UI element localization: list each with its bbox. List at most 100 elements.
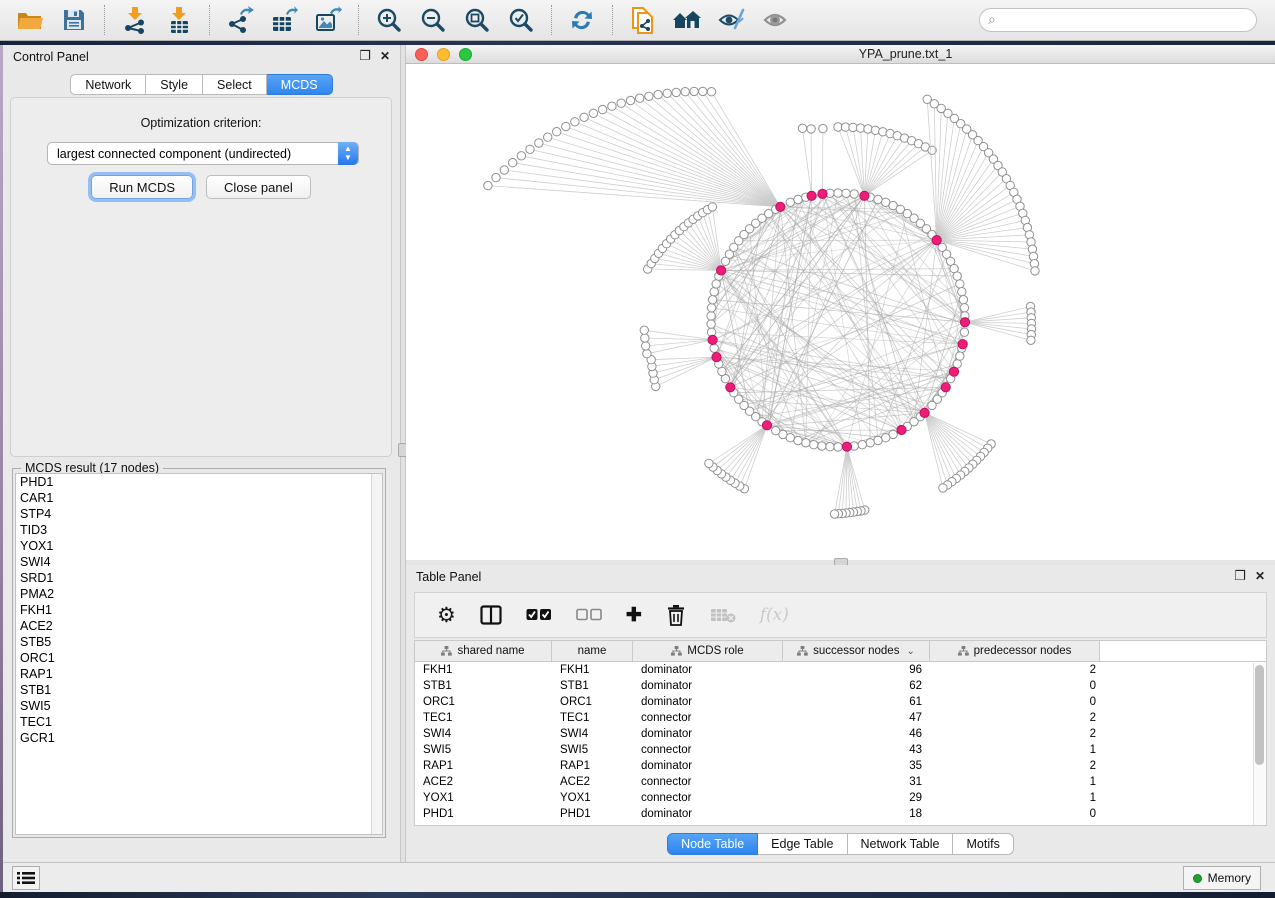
save-session-icon[interactable]: [59, 5, 89, 35]
zoom-in-icon[interactable]: [374, 5, 404, 35]
column-header-shared-name[interactable]: shared name: [415, 641, 552, 661]
table-row[interactable]: STB1STB1dominator620: [415, 678, 1266, 694]
table-row[interactable]: ORC1ORC1dominator610: [415, 694, 1266, 710]
task-history-button[interactable]: [12, 866, 40, 890]
table-cell: 0: [930, 694, 1100, 710]
result-node[interactable]: STB1: [16, 682, 382, 698]
column-header-name[interactable]: name: [552, 641, 633, 661]
table-row[interactable]: SWI5SWI5connector431: [415, 742, 1266, 758]
application-window: ⌕ Control Panel ❐ ✕ NetworkStyleSelectMC…: [0, 0, 1275, 898]
mcds-result-list[interactable]: PHD1CAR1STP4TID3YOX1SWI4SRD1PMA2FKH1ACE2…: [15, 473, 383, 835]
scrollbar-thumb[interactable]: [1255, 665, 1264, 765]
column-header-predecessor-nodes[interactable]: predecessor nodes: [930, 641, 1100, 661]
table-row[interactable]: FKH1FKH1dominator962: [415, 662, 1266, 678]
result-node[interactable]: PMA2: [16, 586, 382, 602]
import-table-icon[interactable]: [164, 5, 194, 35]
close-panel-button[interactable]: Close panel: [206, 175, 311, 199]
table-row[interactable]: RAP1RAP1dominator352: [415, 758, 1266, 774]
result-node[interactable]: ORC1: [16, 650, 382, 666]
tab-motifs[interactable]: Motifs: [953, 833, 1013, 855]
zoom-fit-icon[interactable]: [462, 5, 492, 35]
tab-edge-table[interactable]: Edge Table: [758, 833, 847, 855]
result-node[interactable]: SWI5: [16, 698, 382, 714]
result-node[interactable]: TID3: [16, 522, 382, 538]
tab-select[interactable]: Select: [203, 74, 267, 95]
network-column-icon: [958, 646, 969, 656]
open-file-icon[interactable]: [15, 5, 45, 35]
delete-column-icon[interactable]: [666, 604, 686, 626]
show-all-icon[interactable]: [760, 5, 790, 35]
tab-style[interactable]: Style: [146, 74, 203, 95]
criterion-dropdown[interactable]: largest connected component (undirected)…: [47, 142, 359, 165]
optimization-criterion-label: Optimization criterion:: [11, 116, 391, 130]
window-close-icon[interactable]: [415, 48, 428, 61]
float-panel-icon[interactable]: ❐: [359, 49, 371, 63]
export-image-icon[interactable]: [313, 5, 343, 35]
table-cell: FKH1: [415, 662, 552, 678]
result-node[interactable]: PHD1: [16, 474, 382, 490]
tab-node-table[interactable]: Node Table: [667, 833, 758, 855]
table-header-row: shared namename MCDS role successor nodes⌄…: [415, 641, 1266, 662]
window-minimize-icon[interactable]: [437, 48, 450, 61]
export-network-icon[interactable]: [225, 5, 255, 35]
tab-network-table[interactable]: Network Table: [848, 833, 954, 855]
export-table-icon[interactable]: [269, 5, 299, 35]
table-cell: 18: [783, 806, 930, 822]
deselect-all-rows-icon[interactable]: [576, 608, 602, 622]
network-canvas[interactable]: [406, 64, 1275, 559]
tab-mcds[interactable]: MCDS: [267, 74, 333, 95]
result-node[interactable]: TEC1: [16, 714, 382, 730]
node-table[interactable]: shared namename MCDS role successor nodes⌄…: [414, 640, 1267, 826]
zoom-selected-icon[interactable]: [506, 5, 536, 35]
table-settings-icon[interactable]: ⚙: [437, 605, 456, 626]
table-row[interactable]: SWI4SWI4dominator462: [415, 726, 1266, 742]
column-header-successor-nodes[interactable]: successor nodes⌄: [783, 641, 930, 661]
clone-network-icon[interactable]: [628, 5, 658, 35]
result-node[interactable]: RAP1: [16, 666, 382, 682]
table-scrollbar[interactable]: [1253, 663, 1265, 825]
result-node[interactable]: GCR1: [16, 730, 382, 746]
result-node[interactable]: SWI4: [16, 554, 382, 570]
close-panel-icon[interactable]: ✕: [380, 49, 390, 63]
run-mcds-button[interactable]: Run MCDS: [91, 175, 193, 199]
search-icon: ⌕: [988, 12, 996, 26]
table-row[interactable]: TEC1TEC1connector472: [415, 710, 1266, 726]
table-row[interactable]: PHD1PHD1dominator180: [415, 806, 1266, 822]
table-row[interactable]: ACE2ACE2connector311: [415, 774, 1266, 790]
split-view-icon[interactable]: [480, 605, 502, 625]
result-scrollbar[interactable]: [371, 474, 382, 834]
window-maximize-icon[interactable]: [459, 48, 472, 61]
search-input[interactable]: [996, 13, 1248, 27]
table-cell: dominator: [633, 758, 783, 774]
result-node[interactable]: YOX1: [16, 538, 382, 554]
table-cell: 2: [930, 726, 1100, 742]
result-node[interactable]: SRD1: [16, 570, 382, 586]
control-panel: Control Panel ❐ ✕ NetworkStyleSelectMCDS…: [3, 45, 400, 862]
close-panel-icon[interactable]: ✕: [1255, 569, 1265, 583]
import-network-icon[interactable]: [120, 5, 150, 35]
result-node[interactable]: STB5: [16, 634, 382, 650]
network-window-titlebar[interactable]: YPA_prune.txt_1: [406, 45, 1275, 64]
first-neighbors-icon[interactable]: [672, 5, 702, 35]
result-node[interactable]: STP4: [16, 506, 382, 522]
result-node[interactable]: CAR1: [16, 490, 382, 506]
zoom-out-icon[interactable]: [418, 5, 448, 35]
table-cell: STB1: [552, 678, 633, 694]
table-cell: YOX1: [552, 790, 633, 806]
table-cell: ACE2: [552, 774, 633, 790]
result-node[interactable]: FKH1: [16, 602, 382, 618]
search-box[interactable]: ⌕: [979, 8, 1257, 32]
select-all-rows-icon[interactable]: [526, 608, 552, 622]
column-header-MCDS-role[interactable]: MCDS role: [633, 641, 783, 661]
table-cell: RAP1: [415, 758, 552, 774]
table-tabs: Node TableEdge TableNetwork TableMotifs: [406, 833, 1275, 855]
create-column-icon[interactable]: ✚: [626, 606, 642, 625]
table-row[interactable]: YOX1YOX1connector291: [415, 790, 1266, 806]
tab-network[interactable]: Network: [70, 74, 146, 95]
float-panel-icon[interactable]: ❐: [1234, 569, 1246, 583]
hide-selected-icon[interactable]: [716, 5, 746, 35]
memory-button[interactable]: Memory: [1183, 866, 1261, 890]
refresh-layout-icon[interactable]: [567, 5, 597, 35]
column-label: MCDS role: [687, 645, 743, 657]
result-node[interactable]: ACE2: [16, 618, 382, 634]
